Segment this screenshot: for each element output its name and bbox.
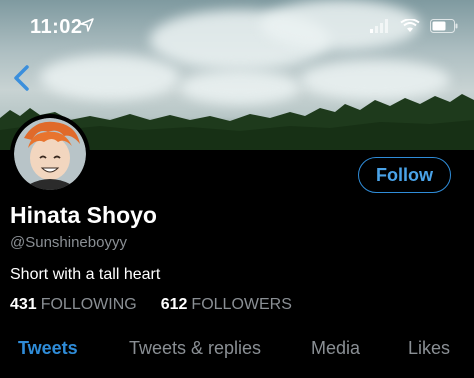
avatar-image	[14, 118, 86, 190]
profile-handle: @Sunshineboyyy	[10, 234, 127, 251]
followers-label: FOLLOWERS	[191, 296, 292, 313]
back-chevron-icon	[14, 65, 29, 91]
cellular-signal-icon	[370, 19, 388, 33]
wifi-icon	[400, 19, 420, 32]
tab-likes[interactable]: Likes	[408, 338, 450, 359]
follow-button[interactable]: Follow	[358, 157, 451, 193]
tab-media[interactable]: Media	[311, 338, 360, 359]
profile-bio: Short with a tall heart	[10, 266, 161, 283]
back-button[interactable]	[6, 60, 36, 96]
following-label: FOLLOWING	[40, 296, 137, 313]
followers-stat[interactable]: 612 FOLLOWERS	[161, 296, 292, 314]
tab-tweets-replies[interactable]: Tweets & replies	[129, 338, 261, 359]
following-count: 431	[10, 296, 37, 313]
status-time: 11:02	[30, 16, 83, 38]
following-stat[interactable]: 431 FOLLOWING	[10, 296, 137, 314]
profile-tabs: Tweets Tweets & replies Media Likes	[0, 330, 474, 378]
status-bar: 11:02	[0, 0, 474, 50]
location-arrow-icon	[80, 18, 94, 32]
profile-avatar[interactable]	[10, 114, 90, 194]
battery-icon	[430, 19, 458, 33]
profile-stats: 431 FOLLOWING 612 FOLLOWERS	[10, 296, 292, 314]
followers-count: 612	[160, 296, 188, 313]
tab-tweets[interactable]: Tweets	[18, 338, 78, 359]
profile-name: Hinata Shoyo	[10, 202, 157, 228]
